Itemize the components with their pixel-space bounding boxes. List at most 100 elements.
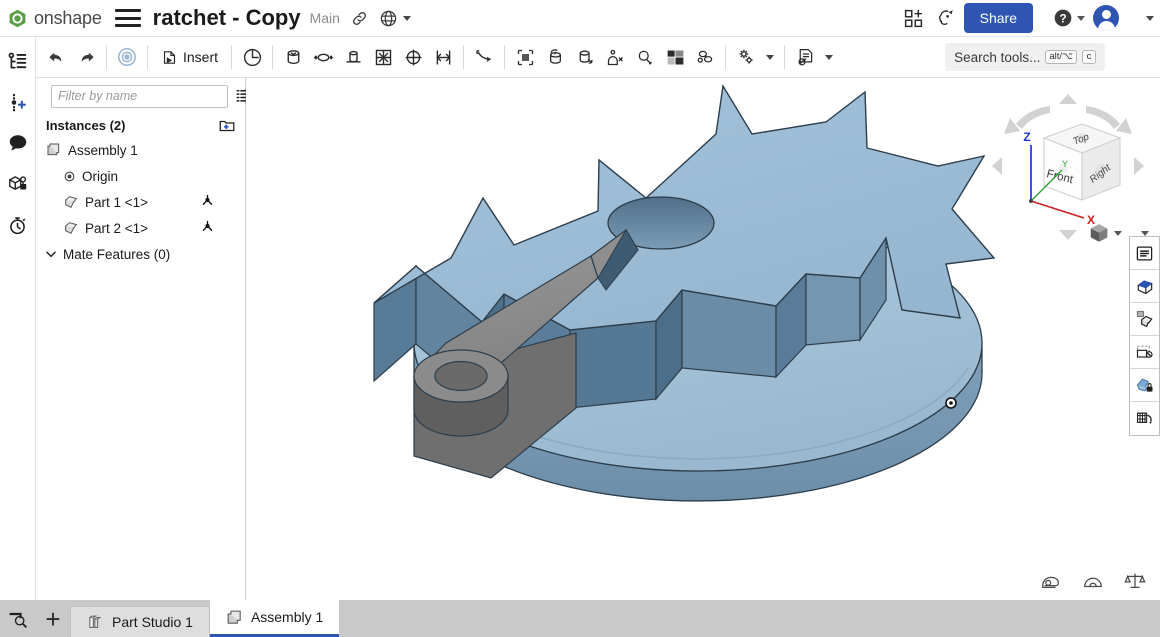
view-cube[interactable]: Top Front Right Z X Y (986, 88, 1151, 248)
onshape-logo-icon (9, 9, 26, 27)
mate-ball-button[interactable] (308, 42, 338, 72)
measure-toolbar (1040, 570, 1146, 592)
ai-assistant-icon[interactable] (935, 8, 955, 28)
left-rail (0, 37, 36, 600)
bill-of-materials-icon-button[interactable] (690, 42, 720, 72)
appearance-lock-icon (1136, 378, 1152, 392)
mate-pin-slot-button[interactable] (398, 42, 428, 72)
origin-icon (64, 171, 75, 181)
header-overflow-chevron-icon[interactable] (1141, 15, 1154, 21)
transparency-button[interactable] (1130, 336, 1159, 369)
add-tab-button[interactable]: + (36, 600, 70, 637)
toolbar-divider (272, 45, 274, 69)
search-tools-input[interactable]: Search tools... alt/⌥ c (945, 43, 1105, 71)
origin-dot-marker (945, 397, 957, 409)
filter-input[interactable] (51, 84, 228, 108)
stopwatch-icon[interactable] (5, 212, 31, 238)
onshape-logo[interactable]: onshape (0, 8, 102, 29)
help-dropdown-chevron-icon[interactable] (1077, 15, 1085, 21)
assembly-settings-button[interactable] (731, 42, 761, 72)
shaded-view-cube-button[interactable] (1088, 222, 1122, 244)
mate-slider-button[interactable] (338, 42, 368, 72)
mate-connector-icon[interactable] (200, 219, 215, 237)
part-pin-icon[interactable] (5, 171, 31, 197)
graphics-viewport[interactable]: Top Front Right Z X Y (246, 78, 1160, 600)
undo-button[interactable] (41, 42, 71, 72)
insert-label: Insert (183, 49, 219, 65)
assemble-button[interactable] (112, 42, 142, 72)
filter-row (36, 78, 252, 114)
globe-dropdown-chevron-icon[interactable] (402, 15, 411, 21)
explode-button[interactable] (630, 42, 660, 72)
toolbar-divider (784, 45, 786, 69)
replicate-button[interactable] (540, 42, 570, 72)
mate-connector-button[interactable] (469, 42, 499, 72)
insert-button[interactable]: Insert (153, 42, 226, 72)
mate-features-header[interactable]: Mate Features (0) (36, 241, 245, 267)
search-tools-placeholder: Search tools... (954, 49, 1041, 65)
exploded-view-button[interactable] (1130, 402, 1159, 435)
tree-item-part-2[interactable]: Part 2 <1> (36, 215, 245, 241)
assembly-notes-button[interactable] (790, 42, 820, 72)
mirror-button[interactable] (600, 42, 630, 72)
tree-item-part-1[interactable]: Part 1 <1> (36, 189, 245, 215)
comment-bubble-icon[interactable] (5, 130, 31, 156)
brand-name: onshape (34, 7, 102, 28)
tree-item-assembly-1[interactable]: Assembly 1 (36, 137, 245, 163)
shaded-view-cube-icon (1090, 224, 1108, 242)
help-question-icon[interactable]: ? (1053, 8, 1085, 28)
mate-cylindrical-button[interactable] (278, 42, 308, 72)
tab-search-button[interactable] (0, 600, 36, 637)
display-state-button[interactable] (660, 42, 690, 72)
chevron-down-icon (46, 251, 56, 258)
group-button[interactable] (510, 42, 540, 72)
tree-item-label: Origin (82, 168, 119, 184)
protractor-icon[interactable] (1082, 570, 1104, 592)
share-button[interactable]: Share (963, 3, 1033, 33)
mate-planar-button[interactable] (368, 42, 398, 72)
apps-grid-add-icon[interactable] (903, 8, 924, 29)
view-list-button[interactable] (1130, 237, 1159, 270)
tree-item-origin[interactable]: Origin (36, 163, 245, 189)
section-view-button[interactable] (1130, 270, 1159, 303)
instances-header: Instances (2) (36, 114, 245, 137)
document-title: ratchet - Copy (152, 5, 301, 30)
view-tools-panel (1129, 236, 1160, 436)
notes-dropdown-chevron-icon[interactable] (820, 42, 838, 72)
mate-connector-icon[interactable] (200, 193, 215, 211)
view-style-chevron-icon[interactable] (1114, 230, 1122, 236)
onshape-assembly-window: onshape ratchet - Copy Main Share ? Inse… (0, 0, 1160, 637)
redo-button[interactable] (71, 42, 101, 72)
header-right-group: Share ? (892, 3, 1160, 33)
tab-part-studio-1[interactable]: Part Studio 1 (70, 606, 210, 637)
measure-tape-icon[interactable] (1040, 570, 1062, 592)
tree-item-label: Part 1 <1> (85, 194, 149, 210)
add-folder-icon[interactable] (218, 117, 236, 135)
mate-revolute-button[interactable] (237, 42, 267, 72)
tree-item-label: Assembly 1 (68, 142, 138, 158)
tab-assembly-1[interactable]: Assembly 1 (209, 600, 340, 637)
tab-search-icon (9, 612, 27, 628)
mate-parallel-button[interactable] (428, 42, 458, 72)
appearance-lock-button[interactable] (1130, 369, 1159, 402)
pattern-button[interactable] (570, 42, 600, 72)
link-icon[interactable] (351, 10, 368, 27)
view-list-icon (1136, 246, 1153, 260)
globe-public-icon[interactable] (379, 9, 411, 28)
assembly-toolbar: Insert Search tools... alt/⌥ c (36, 37, 1160, 78)
tree-item-label: Part 2 <1> (85, 220, 149, 236)
search-shortcut-alt: alt/⌥ (1045, 49, 1077, 65)
add-point-icon[interactable] (5, 89, 31, 115)
settings-dropdown-chevron-icon[interactable] (761, 42, 779, 72)
view-panel-collapse[interactable] (1129, 224, 1160, 236)
hamburger-menu-icon[interactable] (114, 9, 141, 27)
toolbar-divider (463, 45, 465, 69)
avatar[interactable] (1093, 5, 1119, 31)
transparency-icon (1136, 345, 1153, 358)
hide-show-parts-button[interactable] (1130, 303, 1159, 336)
structure-tree-icon[interactable] (5, 48, 31, 74)
part-icon (64, 222, 78, 235)
toolbar-divider (231, 45, 233, 69)
scale-balance-icon[interactable] (1124, 570, 1146, 592)
pawl-pivot-hole (434, 360, 488, 392)
